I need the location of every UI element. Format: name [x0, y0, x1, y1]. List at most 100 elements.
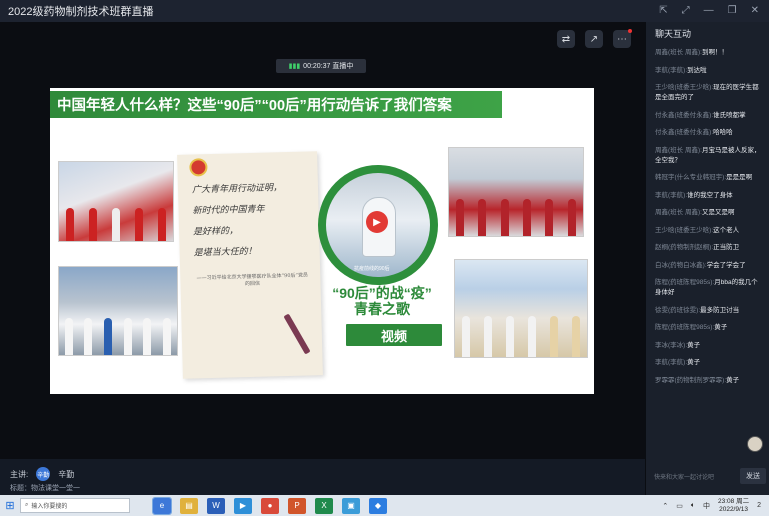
host-info-bar: 主讲: 辛勤 辛勤 标题：物法课堂一堂一: [0, 459, 645, 495]
chat-sender: 李航(李航):: [655, 359, 688, 366]
app-window: 2022级药物制剂技术班群直播 ⇱ ⤢ — ❐ ✕ ⇄ ↗ ⋯ ▮▮▮ 00:2…: [0, 0, 769, 516]
chat-text: 黄子: [687, 341, 701, 349]
notification-count[interactable]: 2: [757, 502, 761, 509]
clock[interactable]: 23:08 周二 2022/9/13: [718, 498, 749, 514]
photos-app-icon[interactable]: ▣: [342, 497, 360, 514]
slide-headline: 中国年轻人什么样？这些“90后”“00后”用行动告诉了我们答案: [50, 91, 502, 118]
user-avatar[interactable]: [747, 436, 763, 452]
chat-message: 李航(李航):黄子: [655, 358, 763, 368]
letter-line: 是堪当大任的！: [193, 246, 257, 259]
chat-sender: 陈程(药班陈程985s):: [655, 279, 715, 286]
chat-sender: 王少晗(班委王少晗):: [655, 226, 714, 234]
title-bar: 2022级药物制剂技术班群直播 ⇱ ⤢ — ❐ ✕: [0, 0, 769, 22]
taskbar: ⊞ ⌕ 输入你要搜的 e ▤ W ▶ ● P X ▣ ◆ ⌃ ▭ 🔈︎ 中 23:08 周二 2…: [0, 495, 769, 516]
chat-sender: 周鑫(班长 周鑫):: [655, 146, 702, 154]
maximize-button[interactable]: ❐: [728, 6, 737, 16]
video-button[interactable]: 视频: [346, 324, 442, 346]
chat-message: 徐雯(药班徐雯):最多防卫讨当: [655, 306, 763, 316]
chat-text: 哈哈哈: [713, 129, 733, 136]
chat-text: 又是又是啊: [701, 209, 735, 216]
chat-text: 到达啦: [687, 66, 707, 74]
volume-icon[interactable]: 🔈︎: [691, 502, 695, 510]
host-name: 辛勤: [58, 469, 75, 479]
letter-signature: ——习近平给北京大学援鄂医疗队全体“90后”党员的回信: [196, 272, 309, 288]
search-placeholder: 输入你要搜的: [31, 504, 68, 510]
letter-line: 是好样的，: [192, 226, 239, 238]
chat-sender: 王少晗(班委王少晗):: [655, 84, 714, 91]
send-button[interactable]: 发送: [740, 468, 766, 484]
thumbnail-image: ▶ 抗疫前线的90后: [326, 173, 430, 277]
party-emblem-icon: [189, 158, 208, 177]
chat-message-list[interactable]: 周鑫(班长 周鑫):到啊！！ 李航(李航):到达啦 王少晗(班委王少晗):现在的医学…: [646, 44, 769, 386]
video-thumbnail[interactable]: ▶ 抗疫前线的90后: [318, 165, 438, 285]
chat-panel: 聊天互动 周鑫(班长 周鑫):到啊！！ 李航(李航):到达啦 王少晗(班委王少晗):…: [645, 22, 769, 495]
host-avatar[interactable]: 辛勤: [36, 467, 51, 481]
live-app-icon[interactable]: ◆: [369, 497, 387, 514]
chat-message: 王少晗(班委王少晗):现在的医学生都是全面完的了: [655, 83, 763, 103]
close-button[interactable]: ✕: [751, 6, 759, 16]
chat-text: 是是是啊: [726, 174, 753, 181]
chat-sender: 李航(李航):: [655, 191, 688, 199]
chrome-app-icon[interactable]: ●: [261, 497, 279, 514]
video-area: ⇄ ↗ ⋯ ▮▮▮ 00:20:37 直播中 中国年轻人什么样？这些“90后”“…: [0, 22, 645, 459]
chat-sender: 陈程(药班陈程985s):: [655, 324, 715, 331]
chat-text: 黄子: [714, 324, 728, 331]
taskbar-apps: e ▤ W ▶ ● P X ▣ ◆: [144, 496, 387, 515]
song-title-line1: “90后”的战“疫”: [332, 285, 432, 301]
taskbar-search[interactable]: ⌕ 输入你要搜的: [20, 498, 130, 513]
chat-message: 周鑫(班长 周鑫):又是又是啊: [655, 208, 763, 218]
minimize-button[interactable]: —: [704, 6, 714, 16]
chat-sender: 赵桐(药物制剂赵桐):: [655, 244, 714, 251]
share-icon[interactable]: ↗: [585, 30, 603, 48]
fullscreen-icon[interactable]: ⤢: [682, 6, 690, 16]
play-icon[interactable]: ▶: [366, 211, 388, 233]
explorer-app-icon[interactable]: ▤: [180, 497, 198, 514]
host-info: 主讲: 辛勤 辛勤: [10, 467, 74, 481]
media-app-icon[interactable]: ▶: [234, 497, 252, 514]
windows-start-icon[interactable]: ⊞: [0, 499, 20, 512]
powerpoint-app-icon[interactable]: P: [288, 497, 306, 514]
chat-sender: 李航(李航):: [655, 66, 688, 74]
chat-text: 学会了学会了: [706, 261, 746, 269]
popout-icon[interactable]: ⇱: [659, 6, 667, 16]
chat-sender: 付永鑫(班委付永鑫):: [655, 129, 714, 136]
chat-sender: 李冰(李冰):: [655, 341, 688, 349]
chat-sender: 徐雯(药班徐雯):: [655, 306, 701, 314]
network-icon[interactable]: ▭: [676, 502, 683, 510]
chat-sender: 周鑫(班长 周鑫):: [655, 209, 702, 216]
signal-icon: ▮▮▮: [288, 63, 301, 70]
chat-header: 聊天互动: [655, 28, 692, 39]
chat-message: 陈程(药班陈程985s):黄子: [655, 323, 763, 333]
timer-text: 00:20:37 直播中: [303, 63, 354, 70]
chevron-up-icon[interactable]: ⌃: [662, 502, 668, 510]
chat-message: 付永鑫(班委付永鑫):谁氏喷都掌: [655, 111, 763, 121]
window-controls: ⇱ ⤢ — ❐ ✕: [659, 6, 769, 16]
chat-message: 白冰(药物白冰鑫):学会了学会了: [655, 261, 763, 271]
browser-app-icon[interactable]: e: [152, 496, 172, 515]
chat-text: 这个老人: [713, 226, 740, 234]
ime-indicator[interactable]: 中: [703, 501, 710, 511]
word-app-icon[interactable]: W: [207, 497, 225, 514]
chat-text: 黄子: [687, 359, 701, 366]
chat-message: 李航(李航):到达啦: [655, 66, 763, 76]
more-icon[interactable]: ⋯: [613, 29, 632, 48]
chat-message: 陈程(药班陈程985s):月bba的我几个身体好: [655, 278, 763, 298]
chat-sender: 白冰(药物白冰鑫):: [655, 261, 707, 269]
chat-message: 王少晗(班委王少晗):这个老人: [655, 226, 763, 236]
chat-message: 李航(李航):谁的我空了身体: [655, 191, 763, 201]
system-tray: ⌃ ▭ 🔈︎ 中 23:08 周二 2022/9/13 2: [662, 498, 769, 514]
clock-date: 2022/9/13: [719, 505, 749, 513]
thumbnail-caption: 抗疫前线的90后: [354, 266, 390, 272]
letter-lines: 广大青年用行动证明， 新时代的中国青年 是好样的， 是堪当大任的！: [192, 177, 310, 264]
window-title: 2022级药物制剂技术班群直播: [8, 6, 154, 18]
live-timer: ▮▮▮ 00:20:37 直播中: [276, 59, 366, 73]
chat-sender: 罗霏霏(药物制剂罗霏霏):: [655, 376, 727, 384]
chat-message: 韩冠宇(什么专业韩冠宇):是是是啊: [655, 173, 763, 183]
photo-figures: [59, 194, 173, 241]
excel-app-icon[interactable]: X: [315, 497, 333, 514]
chat-input[interactable]: 快来和大家一起讨论吧: [650, 472, 740, 481]
layout-switch-icon[interactable]: ⇄: [557, 30, 575, 48]
chat-message: 周鑫(班长 周鑫):月宝马是被人反家，全空我？: [655, 146, 763, 166]
chat-sender: 付永鑫(班委付永鑫):: [655, 111, 714, 119]
letter-line: 新时代的中国青年: [192, 204, 265, 217]
